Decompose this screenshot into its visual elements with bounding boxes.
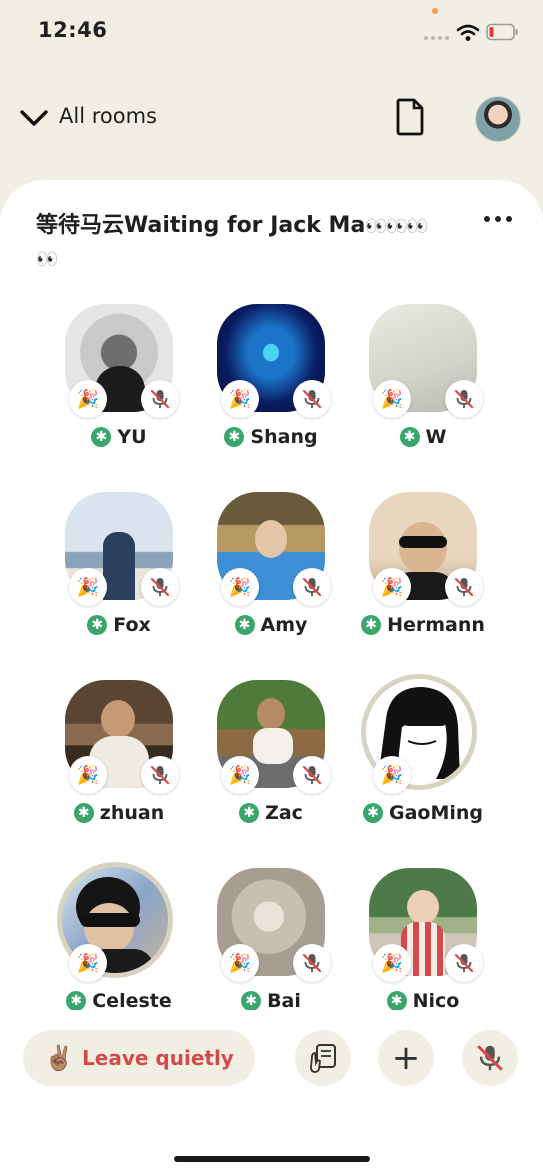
room-card: 等待马云Waiting for Jack Ma👀👀👀 👀 🎉 ✱ YU 🎉 ✱ Sh… <box>0 180 543 1040</box>
speaker-name: YU <box>117 426 147 448</box>
profile-avatar[interactable] <box>475 96 521 142</box>
speaker-name: GaoMing <box>388 802 484 824</box>
moderator-star-icon: ✱ <box>239 803 260 823</box>
privacy-indicator-dot <box>432 8 438 14</box>
chevron-down-icon[interactable] <box>18 104 50 130</box>
mic-muted-icon <box>293 568 331 606</box>
party-icon: 🎉 <box>373 568 411 606</box>
moderator-star-icon: ✱ <box>386 991 407 1011</box>
speaker-name-row: ✱ YU <box>54 426 184 448</box>
status-bar: 12:46 <box>0 0 543 64</box>
wifi-icon <box>456 24 480 41</box>
speaker-name: Hermann <box>387 614 485 636</box>
speaker-name-row: ✱ Zac <box>206 802 336 824</box>
party-icon: 🎉 <box>373 944 411 982</box>
all-rooms-link[interactable]: All rooms <box>59 104 157 128</box>
room-title-emoji: 👀👀👀 <box>365 216 428 237</box>
speaker-name: Bai <box>267 990 301 1012</box>
party-icon: 🎉 <box>221 568 259 606</box>
moderator-star-icon: ✱ <box>234 615 255 635</box>
raise-hand-icon <box>310 1044 336 1073</box>
speaker-name: Nico <box>412 990 460 1012</box>
mic-muted-icon <box>141 756 179 794</box>
add-button[interactable]: + <box>378 1030 434 1086</box>
speaker-tile[interactable]: 🎉 ✱ Zac <box>206 680 336 850</box>
mic-muted-icon <box>141 380 179 418</box>
party-icon: 🎉 <box>69 568 107 606</box>
speaker-name-row: ✱ zhuan <box>54 802 184 824</box>
leave-quietly-label: Leave quietly <box>82 1046 234 1070</box>
speaker-tile[interactable]: 🎉 ✱ Shang <box>206 304 336 474</box>
speaker-name-row: ✱ Fox <box>54 614 184 636</box>
speaker-name: Zac <box>265 802 303 824</box>
raise-hand-button[interactable] <box>295 1030 351 1086</box>
cellular-signal-icon <box>424 36 449 40</box>
status-time: 12:46 <box>38 18 108 42</box>
moderator-star-icon: ✱ <box>362 803 383 823</box>
room-header: All rooms <box>0 94 543 142</box>
mic-muted-icon <box>445 380 483 418</box>
speaker-name: zhuan <box>99 802 165 824</box>
moderator-star-icon: ✱ <box>241 991 262 1011</box>
moderator-star-icon: ✱ <box>66 991 87 1011</box>
party-icon: 🎉 <box>221 944 259 982</box>
speaker-name-row: ✱ Bai <box>206 990 336 1012</box>
mic-muted-icon <box>293 380 331 418</box>
speaker-tile[interactable]: 🎉 ✱ Amy <box>206 492 336 662</box>
speaker-tile[interactable]: 🎉 ✱ W <box>358 304 488 474</box>
battery-icon <box>486 23 518 41</box>
speaker-tile[interactable]: 🎉 ✱ GaoMing <box>358 674 488 850</box>
speaker-name-row: ✱ Amy <box>206 614 336 636</box>
party-icon: 🎉 <box>69 380 107 418</box>
speaker-tile[interactable]: 🎉 ✱ zhuan <box>54 680 184 850</box>
speaker-name-row: ✱ Celeste <box>54 990 184 1012</box>
speaker-tile[interactable]: 🎉 ✱ Fox <box>54 492 184 662</box>
moderator-star-icon: ✱ <box>399 427 420 447</box>
speaker-tile[interactable]: 🎉 ✱ YU <box>54 304 184 474</box>
moderator-star-icon: ✱ <box>361 615 382 635</box>
speaker-name: Celeste <box>92 990 172 1012</box>
home-indicator <box>174 1156 370 1162</box>
speaker-tile[interactable]: 🎉 ✱ Hermann <box>358 492 488 662</box>
mic-muted-icon <box>141 568 179 606</box>
speaker-name-row: ✱ GaoMing <box>358 802 488 824</box>
moderator-star-icon: ✱ <box>224 427 245 447</box>
mic-muted-icon <box>445 944 483 982</box>
document-icon[interactable] <box>394 97 426 137</box>
party-icon: 🎉 <box>221 756 259 794</box>
more-icon[interactable] <box>484 216 520 228</box>
moderator-star-icon: ✱ <box>73 803 94 823</box>
speaker-name: Fox <box>113 614 151 636</box>
bottom-action-bar: ✌🏽 Leave quietly + <box>0 1010 543 1174</box>
party-icon: 🎉 <box>69 756 107 794</box>
leave-quietly-button[interactable]: ✌🏽 Leave quietly <box>23 1030 255 1086</box>
mic-muted-icon <box>293 756 331 794</box>
party-icon: 🎉 <box>373 380 411 418</box>
speaker-name: W <box>425 426 447 448</box>
speaker-name: Shang <box>250 426 318 448</box>
speaker-name-row: ✱ Shang <box>206 426 336 448</box>
peace-hand-icon: ✌🏽 <box>44 1044 75 1072</box>
speaker-name: Amy <box>260 614 308 636</box>
speaker-name-row: ✱ W <box>358 426 488 448</box>
party-icon: 🎉 <box>221 380 259 418</box>
party-icon: 🎉 <box>373 756 411 794</box>
speaker-name-row: ✱ Hermann <box>358 614 488 636</box>
room-title-text: 等待马云Waiting for Jack Ma <box>36 213 366 238</box>
mic-toggle-button[interactable] <box>462 1030 518 1086</box>
moderator-star-icon: ✱ <box>91 427 112 447</box>
moderator-star-icon: ✱ <box>87 615 108 635</box>
room-title-emoji: 👀 <box>36 249 58 270</box>
party-icon: 🎉 <box>69 944 107 982</box>
mic-muted-icon <box>293 944 331 982</box>
room-title: 等待马云Waiting for Jack Ma👀👀👀 👀 <box>36 210 456 276</box>
mic-muted-icon <box>445 568 483 606</box>
mic-muted-icon <box>477 1045 503 1071</box>
speaker-name-row: ✱ Nico <box>358 990 488 1012</box>
